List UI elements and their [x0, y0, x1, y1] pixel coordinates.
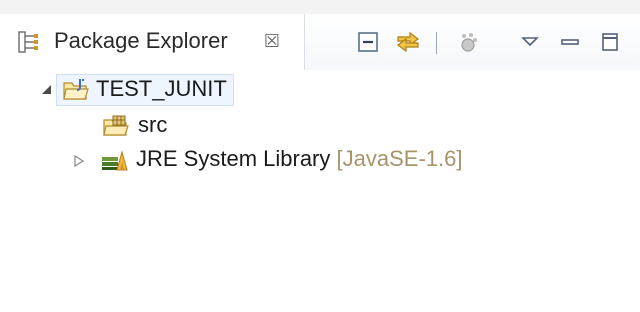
tree-row-src[interactable]: src: [0, 110, 640, 142]
project-label: TEST_JUNIT: [96, 76, 227, 101]
view-toolbar: [304, 14, 640, 70]
java-project-icon: [63, 79, 89, 100]
minimize-icon[interactable]: [556, 28, 584, 56]
tree-row-jre[interactable]: JRE System Library [JavaSE-1.6]: [0, 144, 640, 176]
tree-row-project[interactable]: TEST_JUNIT: [0, 74, 640, 106]
src-label: src: [138, 112, 168, 137]
view-tab-bar: Package Explorer ☒: [0, 14, 640, 70]
jre-version-decoration: [JavaSE-1.6]: [336, 146, 463, 171]
collapsed-twisty-icon[interactable]: [72, 154, 86, 168]
collapse-all-icon[interactable]: [354, 28, 382, 56]
view-menu-icon[interactable]: [516, 28, 544, 56]
jre-label: JRE System Library [JavaSE-1.6]: [136, 146, 462, 172]
maximize-icon[interactable]: [596, 28, 624, 56]
expanded-twisty-icon[interactable]: [40, 83, 54, 97]
source-folder-icon: [103, 115, 129, 136]
close-icon[interactable]: ☒: [262, 31, 282, 51]
toolbar-separator: [436, 32, 437, 54]
package-explorer-window: Package Explorer ☒ TEST_JUNIT src JRE Sy…: [0, 0, 640, 312]
jre-library-icon: [102, 150, 128, 171]
focus-task-icon[interactable]: [454, 28, 482, 56]
window-top-strip: [0, 0, 640, 14]
tab-package-explorer[interactable]: Package Explorer ☒: [0, 14, 305, 70]
package-explorer-icon: [18, 31, 38, 53]
link-with-editor-icon[interactable]: [394, 28, 422, 56]
tab-title: Package Explorer: [54, 28, 228, 53]
jre-library-name: JRE System Library: [136, 146, 331, 171]
